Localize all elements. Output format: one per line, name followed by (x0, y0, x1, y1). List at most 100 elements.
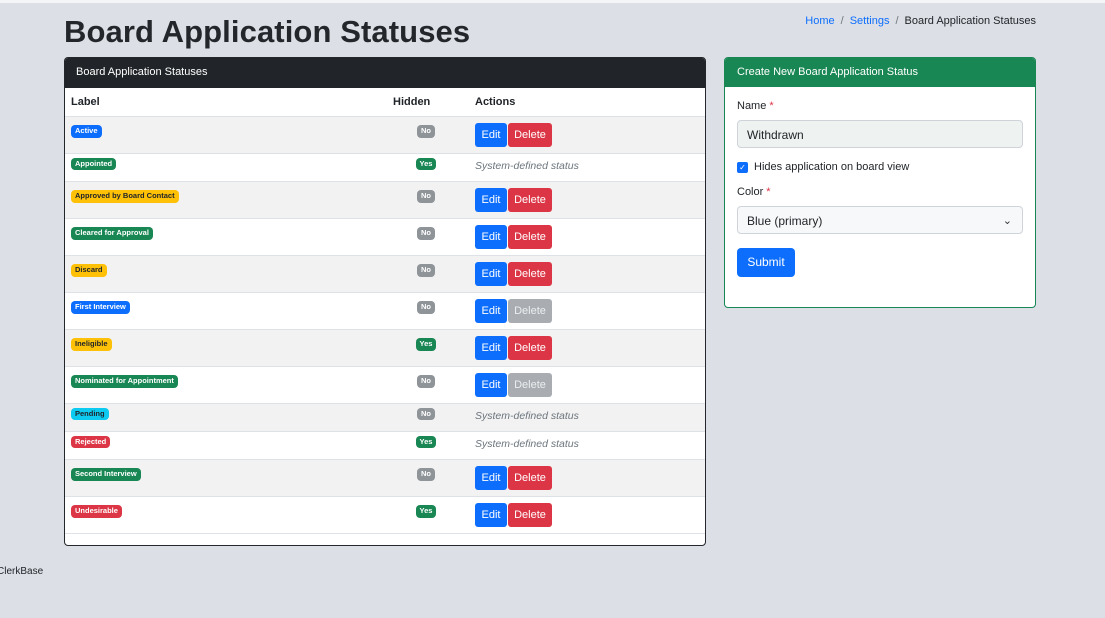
hidden-cell: No (383, 218, 469, 256)
color-select-value: Blue (primary) (747, 214, 823, 228)
edit-button[interactable]: Edit (475, 373, 507, 397)
footer-brand: ClerkBase (0, 566, 44, 577)
status-badge: Undesirable (71, 505, 122, 518)
hidden-cell: Yes (383, 496, 469, 534)
column-header-hidden: Hidden (383, 88, 469, 117)
delete-button[interactable]: Delete (508, 225, 552, 249)
actions-cell: Edit Delete (469, 181, 705, 219)
status-badge: Appointed (71, 157, 117, 171)
table-row: Cleared for Approval No Edit Delete (65, 218, 705, 256)
actions-cell: Edit Delete (469, 218, 705, 256)
hidden-badge: Yes (415, 338, 437, 351)
table-row: Second Interview No Edit Delete (65, 459, 705, 497)
delete-button[interactable]: Delete (508, 188, 552, 212)
table-row: Ineligible Yes Edit Delete (65, 329, 705, 367)
table-row: Appointed Yes System-defined status (65, 153, 705, 182)
statuses-table-body: Active No Edit Delete Appointed Yes System-def… (65, 116, 705, 534)
edit-button[interactable]: Edit (475, 466, 507, 490)
hidden-cell: No (383, 292, 469, 330)
edit-button[interactable]: Edit (475, 188, 507, 212)
actions-cell: Edit Delete (469, 329, 705, 367)
statuses-card: Board Application Statuses Label Hidden … (64, 57, 706, 546)
status-label-cell: Approved by Board Contact (65, 181, 383, 219)
column-header-actions: Actions (469, 88, 705, 117)
hidden-badge: No (417, 301, 435, 314)
edit-button[interactable]: Edit (475, 336, 507, 360)
create-status-form: Name * Withdrawn ✓ Hides application on b… (725, 100, 1035, 277)
system-defined-text: System-defined status (475, 159, 579, 172)
status-label-cell: First Interview (65, 292, 383, 330)
table-row: Approved by Board Contact No Edit Delete (65, 181, 705, 219)
statuses-table: Label Hidden Actions Active No Edit Delete A… (65, 88, 705, 534)
hidden-badge: No (417, 468, 435, 481)
color-label: Color * (737, 186, 1023, 198)
status-badge: Pending (71, 407, 109, 421)
delete-button[interactable]: Delete (508, 373, 552, 397)
breadcrumb-separator: / (840, 15, 844, 27)
edit-button[interactable]: Edit (475, 123, 507, 147)
actions-cell: System-defined status (469, 431, 705, 460)
hides-on-board-view-checkbox[interactable]: ✓ (737, 161, 748, 173)
hidden-badge: No (417, 264, 435, 277)
status-badge: Rejected (71, 435, 111, 449)
top-edge (0, 0, 1105, 3)
status-label-cell: Second Interview (65, 459, 383, 497)
hides-on-board-view-label: Hides application on board view (754, 161, 910, 173)
status-badge: Ineligible (71, 338, 112, 351)
actions-cell: Edit Delete (469, 496, 705, 534)
edit-button[interactable]: Edit (475, 299, 507, 323)
submit-button[interactable]: Submit (737, 248, 795, 277)
edit-button[interactable]: Edit (475, 503, 507, 527)
hidden-badge: No (417, 125, 435, 138)
breadcrumb-home-link[interactable]: Home (805, 15, 834, 27)
table-row: Discard No Edit Delete (65, 255, 705, 293)
table-row: Pending No System-defined status (65, 403, 705, 432)
breadcrumb-settings-link[interactable]: Settings (850, 15, 890, 27)
edit-button[interactable]: Edit (475, 262, 507, 286)
hidden-cell: No (383, 255, 469, 293)
hidden-cell: Yes (383, 431, 469, 460)
hidden-cell: Yes (383, 153, 469, 182)
name-label: Name * (737, 100, 1023, 112)
delete-button[interactable]: Delete (508, 299, 552, 323)
actions-cell: Edit Delete (469, 366, 705, 404)
system-defined-text: System-defined status (475, 409, 579, 422)
hidden-cell: No (383, 403, 469, 432)
hides-on-board-view-row[interactable]: ✓ Hides application on board view (737, 161, 1023, 173)
hidden-badge: No (417, 375, 435, 388)
required-mark: * (769, 100, 774, 112)
status-badge: Nominated for Appointment (71, 375, 178, 388)
page-title: Board Application Statuses (64, 14, 471, 49)
delete-button[interactable]: Delete (508, 336, 552, 360)
actions-cell: Edit Delete (469, 255, 705, 293)
status-label-cell: Discard (65, 255, 383, 293)
status-badge: First Interview (71, 301, 130, 314)
delete-button[interactable]: Delete (508, 466, 552, 490)
name-label-text: Name (737, 100, 767, 112)
status-badge: Discard (71, 264, 107, 277)
breadcrumb: Home / Settings / Board Application Stat… (805, 15, 1036, 27)
table-row: Undesirable Yes Edit Delete (65, 496, 705, 534)
hidden-badge: No (417, 190, 435, 203)
create-status-card: Create New Board Application Status Name… (724, 57, 1036, 308)
hidden-cell: No (383, 116, 469, 154)
table-row: Active No Edit Delete (65, 116, 705, 154)
delete-button[interactable]: Delete (508, 123, 552, 147)
color-select[interactable]: Blue (primary) ⌄ (737, 206, 1023, 234)
status-label-cell: Rejected (65, 431, 383, 460)
create-status-card-header: Create New Board Application Status (725, 58, 1035, 87)
hidden-badge: No (417, 407, 435, 421)
status-badge: Approved by Board Contact (71, 190, 179, 203)
status-label-cell: Appointed (65, 153, 383, 182)
delete-button[interactable]: Delete (508, 262, 552, 286)
hidden-badge: Yes (415, 157, 437, 171)
name-input[interactable]: Withdrawn (737, 120, 1023, 148)
edit-button[interactable]: Edit (475, 225, 507, 249)
status-label-cell: Active (65, 116, 383, 154)
status-badge: Cleared for Approval (71, 227, 153, 240)
hidden-badge: No (417, 227, 435, 240)
breadcrumb-separator: / (895, 15, 899, 27)
delete-button[interactable]: Delete (508, 503, 552, 527)
hidden-badge: Yes (415, 505, 437, 518)
color-label-text: Color (737, 186, 764, 198)
